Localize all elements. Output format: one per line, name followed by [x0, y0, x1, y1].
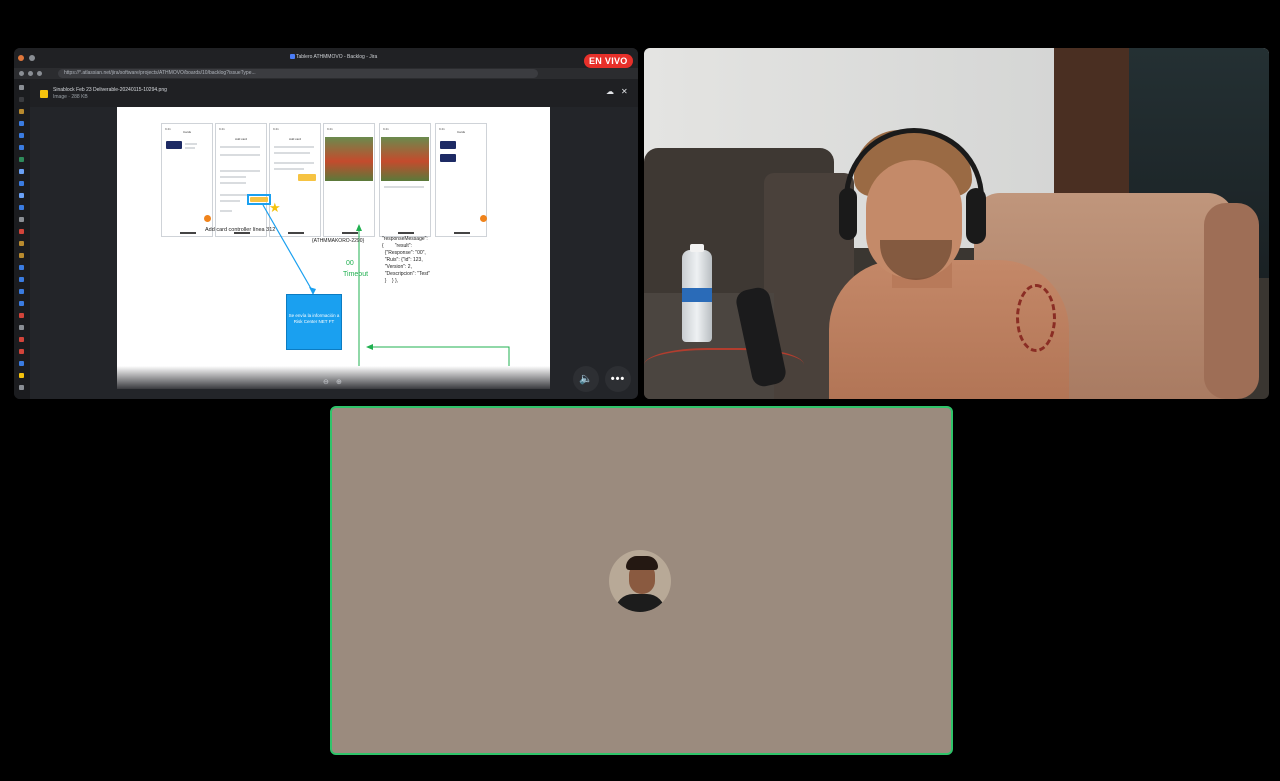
forward-icon[interactable]: [28, 71, 33, 76]
live-badge: EN VIVO: [584, 54, 633, 68]
sidebar-icon[interactable]: [19, 373, 24, 378]
sidebar-icon[interactable]: [19, 241, 24, 246]
timeout-code: 00: [346, 260, 354, 267]
sidebar-icon[interactable]: [19, 109, 24, 114]
sidebar-icon[interactable]: [19, 337, 24, 342]
sidebar-icon[interactable]: [19, 313, 24, 318]
sidebar-icon[interactable]: [19, 145, 24, 150]
sidebar-icon[interactable]: [19, 325, 24, 330]
headphone-right: [966, 188, 986, 244]
file-meta: Image · 288 KB: [53, 94, 88, 100]
reload-icon[interactable]: [37, 71, 42, 76]
risk-center-box: Se envía la información a Risk Center NE…: [286, 294, 342, 350]
browser-tab-bar: Tablero ATHMMOVO - Backlog - Jira: [14, 48, 638, 68]
file-name: Sinablock Feb 23 Deliverable-20240115-10…: [53, 87, 167, 93]
timeout-label: Timeout: [343, 271, 369, 278]
sidebar-icon[interactable]: [19, 217, 24, 222]
bottle-label: [682, 288, 712, 302]
back-icon[interactable]: [19, 71, 24, 76]
more-options-button[interactable]: •••: [605, 366, 631, 392]
arm-tattoo: [1016, 284, 1056, 352]
jira-favicon-icon: [290, 54, 295, 59]
speaker-icon: 🔈: [579, 373, 593, 385]
zoom-in-icon[interactable]: ⊕: [336, 378, 342, 386]
sidebar-icon[interactable]: [19, 265, 24, 270]
ref-code: {ATHMMAKORO-2290}: [312, 238, 365, 244]
image-file-icon: [40, 90, 48, 98]
sidebar-icon[interactable]: [19, 169, 24, 174]
speaker-button[interactable]: 🔈: [573, 366, 599, 392]
sidebar-icon[interactable]: [19, 157, 24, 162]
tab-list-icon[interactable]: [29, 55, 35, 61]
more-icon: •••: [610, 373, 626, 385]
sidebar-icon[interactable]: [19, 349, 24, 354]
avatar[interactable]: [609, 550, 671, 612]
image-viewer-header: Sinablock Feb 23 Deliverable-20240115-10…: [30, 79, 638, 107]
sidebar-icon[interactable]: [19, 361, 24, 366]
camera-video-tile[interactable]: [644, 48, 1269, 399]
headphone-left: [839, 188, 857, 240]
browser-profile-icon[interactable]: [18, 55, 24, 61]
participant-avatar-tile[interactable]: [330, 406, 953, 755]
sidebar-icon[interactable]: [19, 289, 24, 294]
sidebar-icon[interactable]: [19, 85, 24, 90]
sidebar-icon[interactable]: [19, 97, 24, 102]
sidebar-icon[interactable]: [19, 229, 24, 234]
cloud-download-icon[interactable]: ☁: [606, 87, 614, 96]
close-icon[interactable]: ✕: [621, 87, 628, 96]
sidebar-icon[interactable]: [19, 121, 24, 126]
browser-sidebar: [14, 79, 30, 399]
sidebar-icon[interactable]: [19, 181, 24, 186]
sidebar-icon[interactable]: [19, 193, 24, 198]
tan-sofa-arm: [1204, 203, 1259, 399]
screen-share-tile[interactable]: Tablero ATHMMOVO - Backlog - Jira https:…: [14, 48, 638, 399]
sidebar-icon[interactable]: [19, 133, 24, 138]
response-json: "responseMessage": { "result": {"Respons…: [382, 236, 430, 284]
sidebar-icon[interactable]: [19, 205, 24, 210]
browser-tab-title[interactable]: Tablero ATHMMOVO - Backlog - Jira: [296, 54, 377, 60]
canvas-fade: [117, 366, 550, 389]
bottle-cap: [690, 244, 704, 252]
browser-address-bar: https://*.atlassian.net/jira/software/pr…: [14, 68, 638, 79]
sidebar-icon[interactable]: [19, 301, 24, 306]
zoom-out-icon[interactable]: ⊖: [323, 378, 329, 386]
url-input[interactable]: https://*.atlassian.net/jira/software/pr…: [58, 69, 538, 78]
sidebar-icon[interactable]: [19, 277, 24, 282]
sidebar-icon[interactable]: [19, 385, 24, 390]
sidebar-icon[interactable]: [19, 253, 24, 258]
